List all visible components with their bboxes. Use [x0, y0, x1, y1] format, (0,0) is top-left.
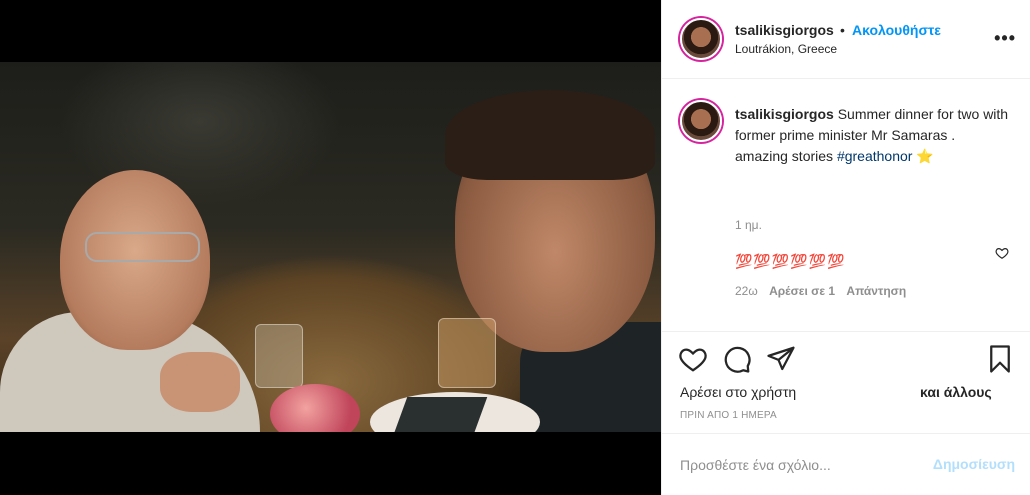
avatar[interactable]	[680, 18, 722, 60]
post-date[interactable]: ΠΡΙΝ ΑΠΟ 1 ΗΜΕΡΑ	[680, 410, 777, 421]
comment-timestamp[interactable]: 22ω	[735, 284, 758, 298]
post-sidebar: tsalikisgiorgos • Ακολουθήστε Loutrákion…	[661, 0, 1030, 495]
caption-timestamp[interactable]: 1 ημ.	[735, 218, 762, 232]
photo-hair	[445, 90, 655, 180]
likes-others[interactable]: και άλλους	[920, 384, 992, 400]
photo-fruit	[270, 384, 360, 432]
post-header: tsalikisgiorgos • Ακολουθήστε Loutrákion…	[662, 0, 1030, 79]
photo-glass-drink	[438, 318, 496, 388]
hashtag-link[interactable]: #greathonor	[837, 148, 913, 164]
comment-heart-icon[interactable]	[995, 246, 1009, 260]
comment-meta: 22ω Αρέσει σε 1 Απάντηση	[735, 284, 1015, 298]
reply-button[interactable]: Απάντηση	[846, 284, 906, 298]
caption-text: tsalikisgiorgos Summer dinner for two wi…	[735, 104, 1015, 167]
separator-dot: •	[840, 22, 845, 38]
photo-glasses	[85, 232, 200, 262]
caption-body-2: amazing stories	[735, 148, 837, 164]
caption-avatar[interactable]	[680, 100, 722, 142]
share-icon[interactable]	[766, 344, 796, 374]
comment-input[interactable]	[680, 454, 920, 476]
add-comment-bar: Δημοσίευση	[662, 433, 1030, 495]
comment-text: 💯💯💯💯💯💯	[735, 253, 846, 269]
post-media[interactable]	[0, 0, 661, 495]
post-comment-button[interactable]: Δημοσίευση	[933, 456, 1015, 472]
photo-hand	[160, 352, 240, 412]
caption-username[interactable]: tsalikisgiorgos	[735, 106, 834, 122]
comment-item: 💯💯💯💯💯💯 22ω Αρέσει σε 1 Απάντηση	[735, 253, 1015, 298]
comments-section[interactable]: tsalikisgiorgos Summer dinner for two wi…	[662, 80, 1030, 331]
star-emoji: ⭐	[916, 148, 934, 164]
location-link[interactable]: Loutrákion, Greece	[735, 42, 837, 56]
likes-text[interactable]: Αρέσει στο χρήστη	[680, 384, 796, 400]
post-photo[interactable]	[0, 62, 661, 432]
heart-icon[interactable]	[678, 344, 708, 374]
author-username[interactable]: tsalikisgiorgos	[735, 22, 834, 38]
follow-button[interactable]: Ακολουθήστε	[852, 22, 941, 38]
comment-icon[interactable]	[722, 344, 752, 374]
more-options-icon[interactable]: •••	[994, 28, 1016, 49]
post-actions: Αρέσει στο χρήστη και άλλους ΠΡΙΝ ΑΠΟ 1 …	[662, 331, 1030, 433]
bookmark-icon[interactable]	[985, 344, 1015, 374]
comment-likes[interactable]: Αρέσει σε 1	[769, 284, 835, 298]
photo-napkin	[392, 397, 488, 432]
photo-glass-water	[255, 324, 303, 388]
